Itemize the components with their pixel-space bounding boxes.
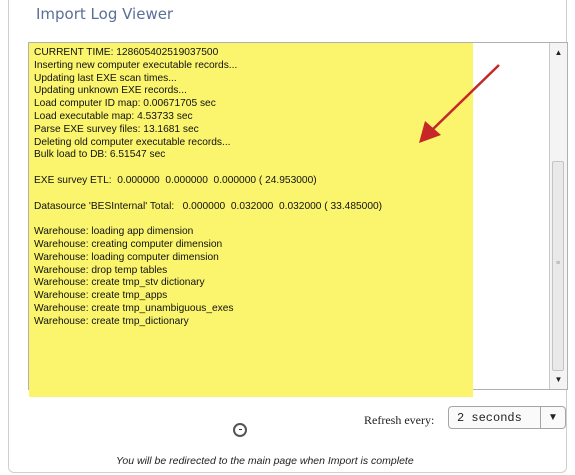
refresh-interval-select[interactable]: 2 seconds ▼ — [448, 406, 566, 429]
scroll-thumb[interactable]: ≡ — [552, 161, 564, 371]
loading-spinner-icon — [233, 423, 247, 437]
redirect-message: You will be redirected to the main page … — [116, 455, 414, 467]
log-line: Updating last EXE scan times... — [34, 72, 177, 84]
log-line: Warehouse: create tmp_dictionary — [34, 315, 189, 327]
log-line: Warehouse: create tmp_stv dictionary — [34, 277, 205, 289]
log-line: Warehouse: drop temp tables — [34, 264, 168, 276]
log-content: CURRENT TIME: 128605402519037500 Insertin… — [34, 47, 470, 329]
log-line: Bulk load to DB: 6.51547 sec — [34, 149, 166, 161]
log-line: CURRENT TIME: 128605402519037500 — [34, 47, 219, 58]
log-line: Deleting old computer executable records… — [34, 136, 231, 148]
log-textarea[interactable]: CURRENT TIME: 128605402519037500 Insertin… — [28, 42, 568, 397]
log-line: Warehouse: create tmp_apps — [34, 290, 168, 302]
log-line: Load computer ID map: 0.00671705 sec — [34, 98, 216, 110]
refresh-interval-value: 2 seconds — [457, 410, 522, 425]
panel-title: Import Log Viewer — [36, 5, 174, 23]
log-line: EXE survey ETL: 0.000000 0.000000 0.0000… — [34, 174, 317, 186]
refresh-label: Refresh every: — [364, 413, 435, 427]
log-line: Warehouse: create tmp_unambiguous_exes — [34, 302, 234, 314]
scroll-down-icon[interactable]: ▼ — [551, 372, 566, 387]
chevron-down-icon[interactable]: ▼ — [541, 412, 565, 423]
log-line: Warehouse: loading app dimension — [34, 226, 194, 238]
scroll-grip-icon: ≡ — [556, 260, 561, 267]
log-line: Warehouse: creating computer dimension — [34, 238, 223, 250]
log-line: Parse EXE survey files: 13.1681 sec — [34, 123, 199, 135]
log-line: Datasource 'BESInternal' Total: 0.000000… — [34, 200, 383, 212]
log-scrollbar[interactable]: ▲ ≡ ▼ — [549, 43, 567, 389]
scroll-up-icon[interactable]: ▲ — [551, 45, 566, 60]
log-line: Inserting new computer executable record… — [34, 59, 238, 71]
log-line: Updating unknown EXE records... — [34, 85, 187, 97]
log-line: Load executable map: 4.53733 sec — [34, 110, 193, 122]
annotation-arrow-icon — [419, 64, 500, 143]
log-line: Warehouse: loading computer dimension — [34, 251, 219, 263]
